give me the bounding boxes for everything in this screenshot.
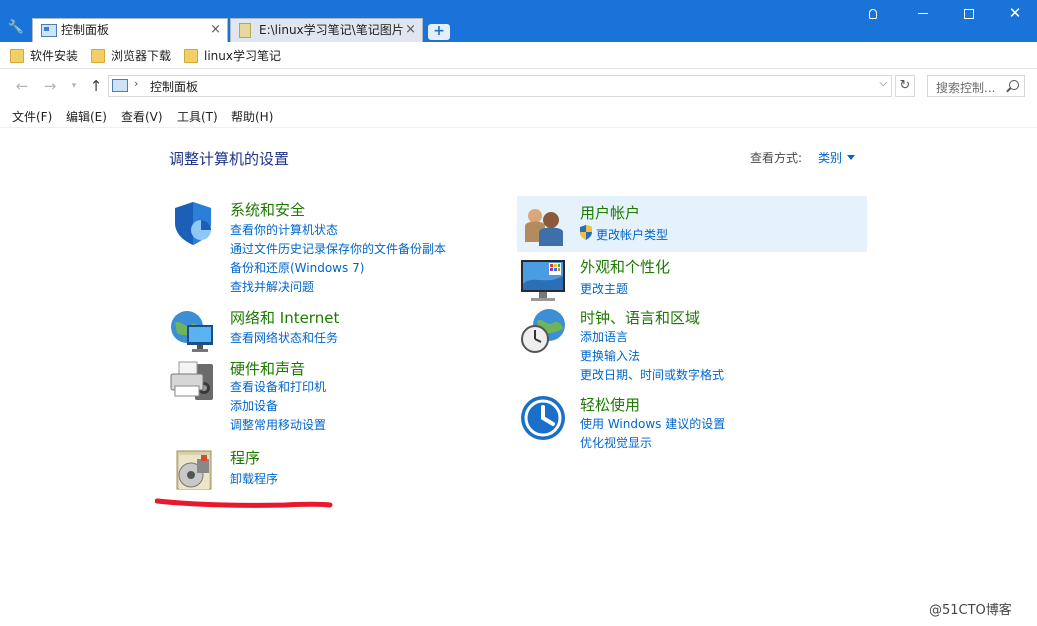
up-arrow-icon[interactable]: ↑ [86, 76, 106, 96]
category-link[interactable]: 卸载程序 [230, 470, 278, 487]
category-title[interactable]: 轻松使用 [580, 394, 640, 415]
category-title[interactable]: 用户帐户 [580, 202, 640, 223]
category-ease-of-access: 轻松使用 使用 Windows 建议的设置 优化视觉显示 [519, 394, 819, 450]
uac-shield-icon [580, 225, 592, 240]
breadcrumb[interactable]: 控制面板 [150, 78, 198, 95]
navigation-bar: ← → ▾ ↑ › 控制面板 ⌵ ↻ 搜索控制... [0, 70, 1037, 102]
category-link[interactable]: 查看网络状态和任务 [230, 329, 338, 346]
breadcrumb-separator[interactable]: › [134, 77, 138, 90]
page-title: 调整计算机的设置 [169, 150, 290, 168]
tab-close-icon[interactable]: × [210, 19, 221, 41]
users-icon [525, 209, 563, 246]
control-panel-icon [41, 24, 57, 37]
view-by-label: 查看方式: [750, 151, 803, 165]
view-by-dropdown[interactable]: 类别 [818, 149, 842, 166]
category-network: 网络和 Internet 查看网络状态和任务 [169, 307, 469, 355]
folder-icon [10, 49, 24, 63]
refresh-button[interactable]: ↻ [895, 75, 915, 97]
folder-icon [239, 23, 251, 38]
title-bar: 🔧 控制面板 × E:\linux学习笔记\笔记图片 × + ✕ [0, 0, 1037, 42]
bookmark-label: 浏览器下载 [111, 49, 172, 63]
maximize-button[interactable] [946, 0, 992, 28]
search-input[interactable]: 搜索控制... [927, 75, 1025, 97]
bookmark-label: 软件安装 [30, 49, 79, 63]
category-link[interactable]: 添加设备 [230, 397, 278, 414]
category-link[interactable]: 添加语言 [580, 328, 628, 345]
address-bar[interactable]: › 控制面板 ⌵ [108, 75, 892, 97]
category-link[interactable]: 使用 Windows 建议的设置 [580, 415, 725, 432]
search-icon [1009, 80, 1019, 90]
watermark: @51CTO博客 [929, 603, 1012, 618]
menu-bar: 文件(F) 编辑(E) 查看(V) 工具(T) 帮助(H) [0, 104, 1037, 128]
monitor-palette-icon [521, 260, 565, 301]
tab-control-panel[interactable]: 控制面板 × [32, 18, 228, 42]
category-user-accounts: 用户帐户 更改帐户类型 [519, 202, 819, 250]
category-link[interactable]: 更改帐户类型 [596, 226, 668, 243]
shield-icon [175, 202, 211, 245]
folder-icon [184, 49, 198, 63]
minimize-button[interactable] [900, 0, 946, 28]
category-clock-region: 时钟、语言和区域 添加语言 更换输入法 更改日期、时间或数字格式 [519, 307, 819, 382]
dropdown-arrow-icon[interactable] [847, 155, 855, 160]
user-icon[interactable] [850, 0, 896, 28]
chevron-down-icon[interactable]: ⌵ [879, 78, 887, 89]
bookmarks-bar: 软件安装 浏览器下载 linux学习笔记 [0, 42, 1037, 69]
category-link[interactable]: 更改日期、时间或数字格式 [580, 366, 724, 383]
printer-icon [170, 361, 213, 400]
category-title[interactable]: 网络和 Internet [230, 307, 339, 328]
tools-icon[interactable]: 🔧 [6, 18, 26, 38]
category-link[interactable]: 调整常用移动设置 [230, 416, 326, 433]
control-panel-content: 调整计算机的设置 查看方式: 类别 系统和安全 查看你的计算机状态 通过文件历史… [0, 129, 1037, 626]
category-link[interactable]: 更改主题 [580, 280, 628, 297]
search-placeholder: 搜索控制... [936, 81, 996, 95]
category-title[interactable]: 硬件和声音 [230, 358, 305, 379]
category-link[interactable]: 更换输入法 [580, 347, 640, 364]
category-link[interactable]: 查看设备和打印机 [230, 378, 326, 395]
forward-arrow-icon[interactable]: → [40, 76, 60, 96]
category-hardware-sound: 硬件和声音 查看设备和打印机 添加设备 调整常用移动设置 [169, 358, 469, 433]
category-programs: 程序 卸载程序 [169, 447, 469, 495]
menu-tools[interactable]: 工具(T) [177, 108, 218, 125]
menu-help[interactable]: 帮助(H) [231, 108, 273, 125]
category-link[interactable]: 备份和还原(Windows 7) [230, 259, 364, 276]
bookmark-label: linux学习笔记 [204, 49, 281, 63]
recent-chevron-icon[interactable]: ▾ [64, 76, 84, 96]
category-title[interactable]: 程序 [230, 447, 260, 468]
tab-close-icon[interactable]: × [405, 19, 416, 41]
accessibility-icon [521, 396, 565, 440]
back-arrow-icon[interactable]: ← [12, 76, 32, 96]
control-panel-icon [112, 79, 128, 92]
tab-label: 控制面板 [61, 23, 110, 37]
close-window-button[interactable]: ✕ [992, 0, 1037, 28]
category-title[interactable]: 时钟、语言和区域 [580, 307, 700, 328]
category-link[interactable]: 优化视觉显示 [580, 434, 652, 451]
category-link[interactable]: 查看你的计算机状态 [230, 221, 338, 238]
new-tab-button[interactable]: + [428, 24, 450, 40]
clock-globe-icon [521, 309, 565, 353]
red-annotation-underline [155, 498, 333, 508]
menu-edit[interactable]: 编辑(E) [66, 108, 107, 125]
menu-file[interactable]: 文件(F) [12, 108, 52, 125]
network-globe-icon [171, 311, 213, 352]
category-link[interactable]: 通过文件历史记录保存你的文件备份副本 [230, 240, 446, 257]
menu-view[interactable]: 查看(V) [121, 108, 163, 125]
programs-disc-icon [176, 450, 212, 490]
tab-label: E:\linux学习笔记\笔记图片 [259, 23, 404, 37]
category-appearance: 外观和个性化 更改主题 [519, 256, 819, 304]
category-system-security: 系统和安全 查看你的计算机状态 通过文件历史记录保存你的文件备份副本 备份和还原… [169, 199, 469, 299]
category-link[interactable]: 查找并解决问题 [230, 278, 314, 295]
folder-icon [91, 49, 105, 63]
category-title[interactable]: 系统和安全 [230, 199, 305, 220]
category-title[interactable]: 外观和个性化 [580, 256, 670, 277]
tab-folder[interactable]: E:\linux学习笔记\笔记图片 × [230, 18, 423, 42]
